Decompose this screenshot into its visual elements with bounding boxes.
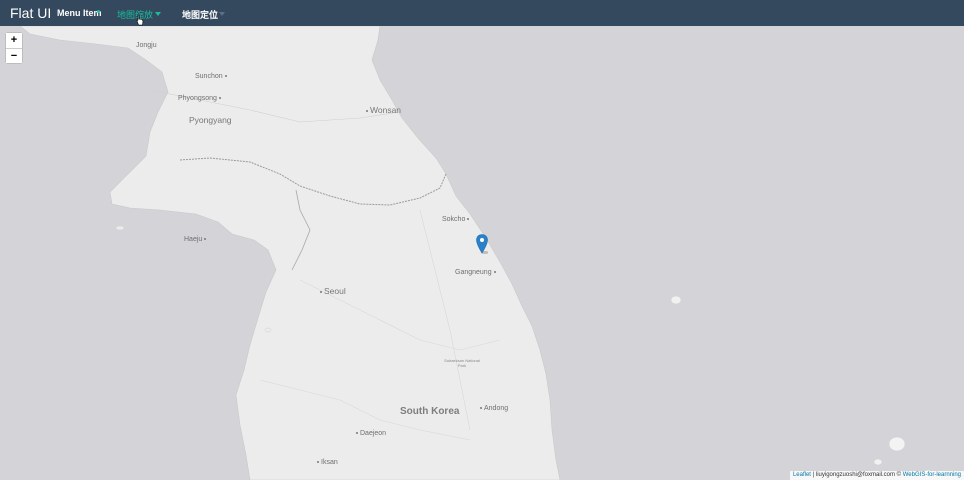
attribution: Leaflet | liuyigongzuoshi@foxmail.com © … (789, 471, 964, 480)
place-label: Wonsan (364, 105, 401, 115)
chevron-down-icon[interactable] (219, 12, 225, 16)
zoom-out-button[interactable]: − (6, 48, 22, 63)
leaflet-link[interactable]: Leaflet (793, 472, 811, 478)
country-label: South Korea (400, 406, 460, 417)
nav-badge-dot (97, 10, 100, 13)
attribution-text: liuyigongzuoshi@foxmail.com © (815, 472, 903, 478)
place-label: Seoul (318, 286, 346, 296)
place-label: Daejeon (354, 430, 386, 437)
map-marker-icon[interactable] (476, 234, 488, 254)
zoom-control: + − (5, 32, 23, 64)
brand-logo[interactable]: Flat UI (10, 5, 51, 21)
place-label: Iksan (315, 459, 338, 466)
place-label: Gangneung (455, 269, 498, 276)
chevron-down-icon[interactable] (155, 12, 161, 16)
nav-map-zoom[interactable]: 地图缩放 (117, 8, 153, 21)
place-label: Sokcho (442, 216, 471, 223)
place-label: Pyongyang (189, 115, 232, 125)
park-label: Sobaeksan National Park (444, 358, 480, 368)
nav-map-locate[interactable]: 地图定位 (182, 8, 218, 21)
place-label: Haeju (184, 236, 208, 243)
place-label: Andong (478, 405, 508, 412)
place-label: Sunchon (195, 73, 229, 80)
nav-menu-item[interactable]: Menu Item (57, 8, 102, 18)
place-label: Phyongsong (178, 95, 223, 102)
place-label: Jongju (136, 42, 157, 49)
zoom-in-button[interactable]: + (6, 33, 22, 48)
navbar: Flat UI Menu Item 地图缩放 地图定位 (0, 0, 964, 26)
hand-cursor-icon (136, 14, 144, 26)
webgis-link[interactable]: WebGIS-for-learnning (903, 472, 961, 478)
